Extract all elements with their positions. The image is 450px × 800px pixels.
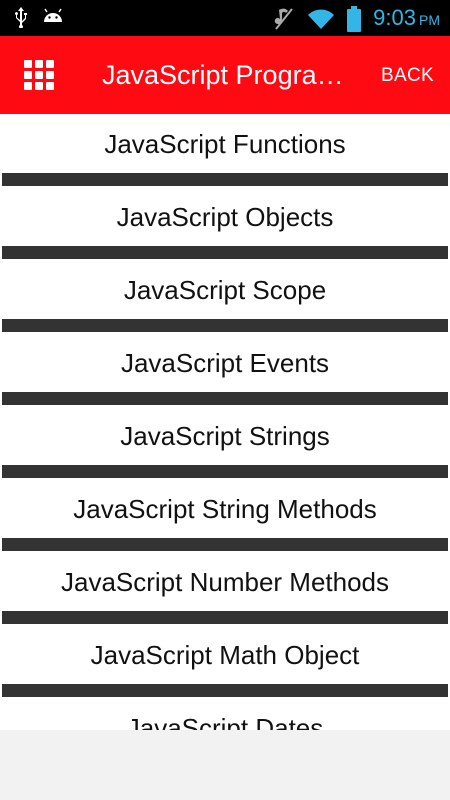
list-divider xyxy=(2,319,448,332)
list-item[interactable]: JavaScript Events xyxy=(0,333,450,406)
list-divider xyxy=(2,465,448,478)
list-item-label: JavaScript Functions xyxy=(104,129,346,159)
android-icon xyxy=(44,8,62,22)
list-item-label: JavaScript Strings xyxy=(120,421,330,451)
list-item[interactable]: JavaScript Math Object xyxy=(0,625,450,698)
list-item-label: JavaScript Number Methods xyxy=(60,567,390,597)
list-item-label: JavaScript Events xyxy=(120,348,330,378)
usb-icon xyxy=(15,7,27,28)
topic-list: JavaScript Functions JavaScript Objects … xyxy=(0,114,450,730)
list-item[interactable]: JavaScript Scope xyxy=(0,260,450,333)
list-item[interactable]: JavaScript String Methods xyxy=(0,479,450,552)
back-button[interactable]: BACK xyxy=(381,64,434,88)
list-item[interactable]: JavaScript Dates xyxy=(0,698,450,730)
page-title: JavaScript Progra… xyxy=(102,60,344,90)
wifi-icon xyxy=(308,9,335,29)
list-item[interactable]: JavaScript Strings xyxy=(0,406,450,479)
clock: 9:03 PM xyxy=(373,4,440,34)
status-bar: 9:03 PM xyxy=(0,0,450,36)
mute-icon xyxy=(274,8,293,30)
battery-icon xyxy=(347,6,362,32)
list-item-label: JavaScript Dates xyxy=(126,713,324,730)
list-item-label: JavaScript Scope xyxy=(123,275,327,305)
list-item-label: JavaScript Objects xyxy=(116,202,334,232)
list-item-label: JavaScript String Methods xyxy=(73,494,377,524)
clock-time: 9:03 xyxy=(373,5,416,30)
list-divider xyxy=(2,173,448,186)
status-left xyxy=(14,6,64,28)
list-divider xyxy=(2,611,448,624)
list-divider xyxy=(2,392,448,405)
clock-ampm: PM xyxy=(419,12,440,28)
list-item-label: JavaScript Math Object xyxy=(90,640,360,670)
list-item[interactable]: JavaScript Objects xyxy=(0,187,450,260)
status-right: 9:03 PM xyxy=(273,4,440,34)
list-divider xyxy=(2,684,448,697)
list-divider xyxy=(2,246,448,259)
list-item[interactable]: JavaScript Number Methods xyxy=(0,552,450,625)
action-bar: JavaScript Progra… BACK xyxy=(0,36,450,114)
bottom-blank-area xyxy=(0,730,450,800)
list-divider xyxy=(2,538,448,551)
list-item[interactable]: JavaScript Functions xyxy=(0,114,450,187)
grid-menu-icon[interactable] xyxy=(24,60,54,90)
